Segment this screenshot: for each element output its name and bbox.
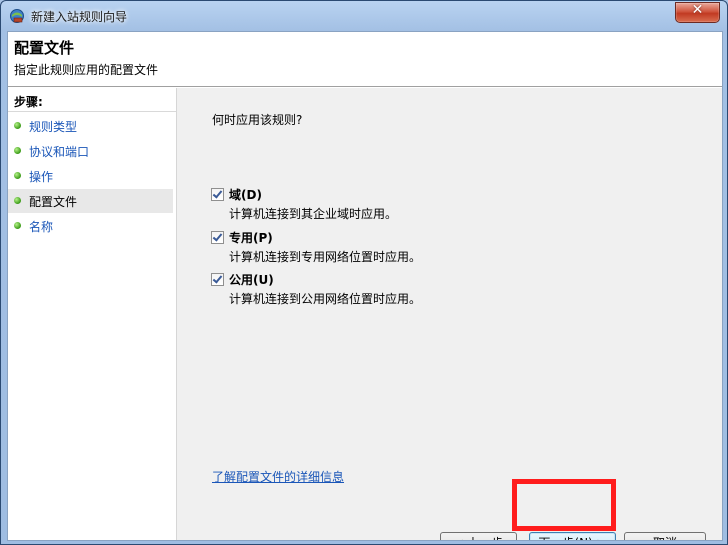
next-button[interactable]: 下一步(N) > (529, 532, 616, 540)
step-bullet-icon (14, 197, 21, 204)
sidebar-item-label: 名称 (29, 220, 54, 234)
wizard-content: 何时应用该规则? 域(D) 计算机连接到其企业域时应用。 专用(P) 计算机连接… (177, 88, 722, 540)
sidebar-item-label: 配置文件 (29, 195, 78, 209)
close-icon: ✕ (691, 2, 704, 18)
private-description: 计算机连接到专用网络位置时应用。 (229, 250, 422, 264)
cancel-button[interactable]: 取消 (624, 532, 706, 540)
private-checkbox[interactable] (211, 231, 224, 244)
sidebar-item-label: 规则类型 (29, 120, 78, 134)
step-bullet-icon (14, 222, 21, 229)
sidebar-item-profile[interactable]: 配置文件 (8, 189, 173, 213)
wizard-header: 配置文件 指定此规则应用的配置文件 (8, 32, 722, 85)
sidebar-item-name[interactable]: 名称 (8, 214, 173, 238)
firewall-icon (10, 9, 24, 23)
public-description: 计算机连接到公用网络位置时应用。 (229, 292, 422, 306)
question-text: 何时应用该规则? (212, 113, 303, 127)
header-divider (8, 86, 722, 87)
sidebar-item-label: 操作 (29, 170, 54, 184)
step-bullet-icon (14, 147, 21, 154)
title-bar[interactable]: 新建入站规则向导 ✕ (1, 1, 727, 31)
back-button[interactable]: < 上一步(B) (440, 532, 517, 540)
private-label[interactable]: 专用(P) (229, 229, 273, 246)
domain-label[interactable]: 域(D) (229, 186, 262, 203)
domain-description: 计算机连接到其企业域时应用。 (229, 207, 398, 221)
sidebar-item-protocol-ports[interactable]: 协议和端口 (8, 139, 173, 163)
public-checkbox[interactable] (211, 273, 224, 286)
step-bullet-icon (14, 122, 21, 129)
steps-sidebar: 步骤: 规则类型 协议和端口 操作 配置文件 名称 (8, 88, 177, 540)
sidebar-item-rule-type[interactable]: 规则类型 (8, 114, 173, 138)
page-subtitle: 指定此规则应用的配置文件 (14, 63, 159, 77)
wizard-client-area: 配置文件 指定此规则应用的配置文件 步骤: 规则类型 协议和端口 操作 配置文件 (7, 31, 723, 541)
learn-more-link[interactable]: 了解配置文件的详细信息 (212, 468, 344, 485)
domain-checkbox[interactable] (211, 188, 224, 201)
page-title: 配置文件 (14, 39, 75, 57)
sidebar-item-label: 协议和端口 (29, 145, 90, 159)
steps-label: 步骤: (14, 95, 43, 109)
steps-divider (8, 111, 176, 112)
close-button[interactable]: ✕ (675, 2, 720, 23)
window-title: 新建入站规则向导 (31, 10, 128, 24)
sidebar-item-action[interactable]: 操作 (8, 164, 173, 188)
public-label[interactable]: 公用(U) (229, 271, 274, 288)
step-bullet-icon (14, 172, 21, 179)
wizard-window: 新建入站规则向导 ✕ 配置文件 指定此规则应用的配置文件 步骤: 规则类型 协议… (0, 0, 728, 545)
